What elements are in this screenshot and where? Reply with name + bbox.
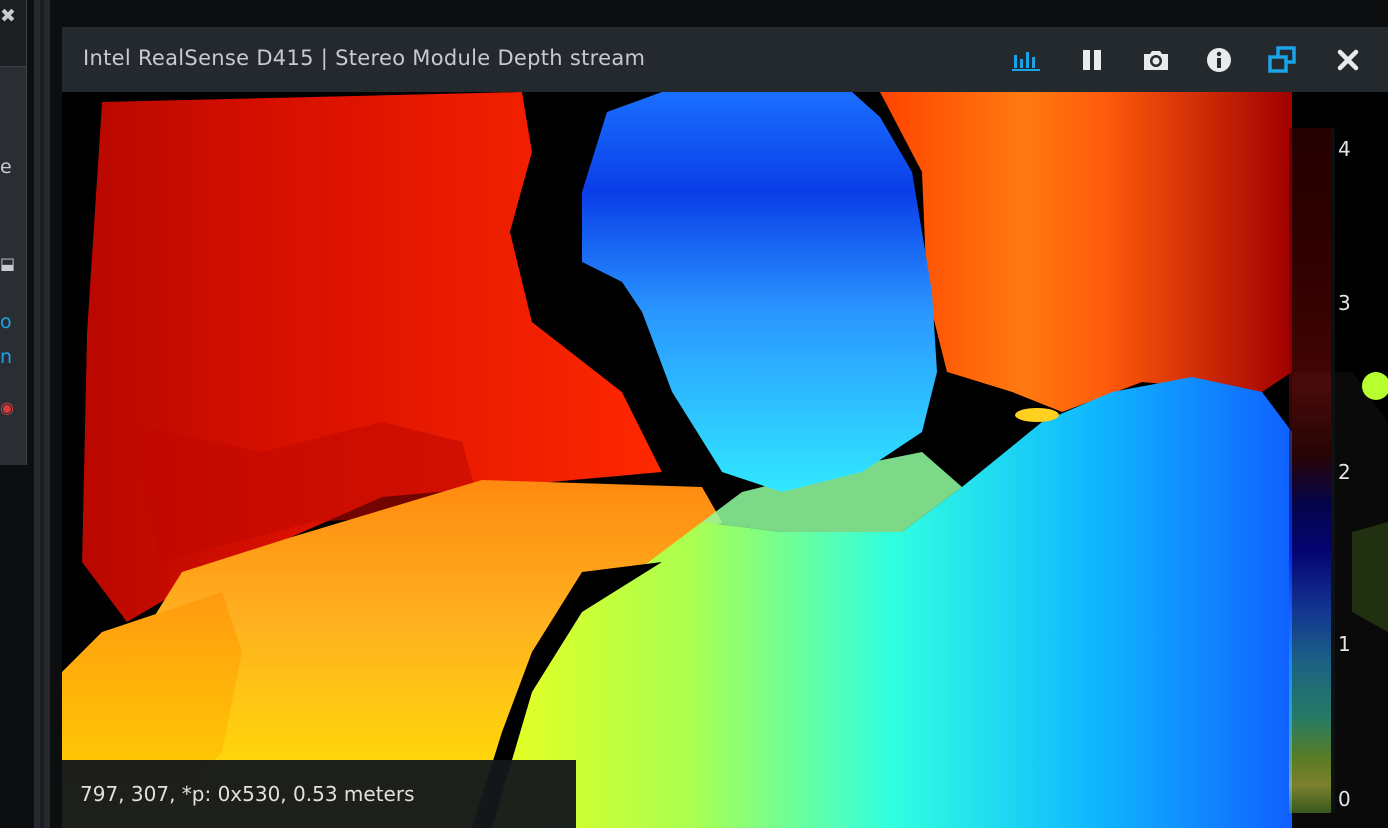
depth-stream-window: Intel RealSense D415 | Stereo Module Dep… (62, 27, 1388, 828)
device-sidebar: ✖ e ⬓ o n ◉ (0, 0, 27, 465)
stream-title: Intel RealSense D415 | Stereo Module Dep… (83, 46, 646, 70)
bar-chart-icon (1012, 52, 1040, 71)
colorbar-tick-2: 2 (1338, 460, 1351, 484)
pixel-readout-text: 797, 307, *p: 0x530, 0.53 meters (80, 782, 415, 806)
sidebar-icon[interactable]: ⬓ (0, 254, 15, 274)
stream-titlebar: Intel RealSense D415 | Stereo Module Dep… (62, 27, 1388, 92)
panel-splitter[interactable] (34, 0, 50, 828)
restore-window-button[interactable] (1267, 45, 1297, 75)
close-icon (1337, 49, 1359, 71)
close-icon[interactable]: ✖ (0, 6, 16, 26)
colorbar-tick-4: 4 (1338, 137, 1351, 161)
pixel-readout-panel: 797, 307, *p: 0x530, 0.53 meters (62, 760, 576, 828)
sidebar-link-fragment[interactable]: n (0, 347, 12, 367)
sidebar-text-fragment: e (0, 156, 12, 178)
depth-image[interactable]: 4 3 2 1 0 797, 307, *p: 0x530, 0.53 mete… (62, 92, 1388, 828)
restore-window-icon (1268, 46, 1296, 73)
pause-button[interactable] (1077, 45, 1107, 75)
info-button[interactable] (1204, 45, 1234, 75)
camera-icon (1144, 51, 1168, 70)
colorbar-tick-3: 3 (1338, 291, 1351, 315)
depth-colorbar (1289, 128, 1331, 813)
colorbar-tick-1: 1 (1338, 632, 1351, 656)
sidebar-header: ✖ (0, 0, 26, 67)
close-stream-button[interactable] (1333, 45, 1363, 75)
sidebar-link-fragment[interactable]: o (0, 312, 12, 332)
record-icon[interactable]: ◉ (0, 398, 14, 418)
depth-colormap-render (62, 92, 1388, 828)
colorbar-track (1331, 128, 1335, 813)
colorbar-tick-0: 0 (1338, 787, 1351, 811)
pause-icon (1083, 50, 1101, 70)
info-icon (1207, 48, 1231, 72)
metrics-button[interactable] (1011, 45, 1041, 75)
snapshot-button[interactable] (1141, 45, 1171, 75)
